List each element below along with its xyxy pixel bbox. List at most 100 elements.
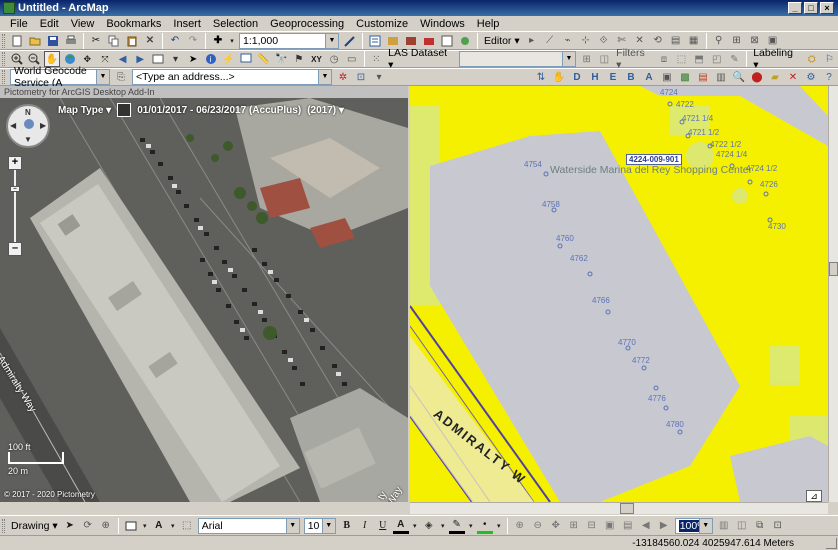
copy-icon[interactable]	[106, 33, 122, 49]
layout-zoom-in-icon[interactable]: ⊕	[512, 518, 528, 534]
marker-color-icon[interactable]: •	[476, 518, 493, 534]
chevron-down-icon[interactable]: ▼	[285, 518, 299, 533]
add-data-icon[interactable]: ✚	[210, 33, 226, 49]
export-icon[interactable]: ▤	[695, 69, 711, 85]
marker-icon[interactable]: ⬤	[749, 69, 765, 85]
line-color-icon[interactable]: ✎	[448, 518, 465, 534]
menu-customize[interactable]: Customize	[350, 18, 414, 30]
save-icon[interactable]	[45, 33, 61, 49]
chevron-down-icon[interactable]: ▾	[411, 518, 419, 534]
map-scale-combo[interactable]: 1:1,000 ▼	[239, 32, 339, 49]
resize-grip-icon[interactable]	[826, 538, 837, 549]
las-layer-icon[interactable]: ⁙	[369, 51, 385, 67]
create-viewer-icon[interactable]: ▭	[344, 51, 360, 67]
geocode-options-icon[interactable]: ▾	[371, 69, 387, 85]
layout-zoom-combo[interactable]: 100% ▼	[674, 517, 713, 534]
las-cross-section-icon[interactable]: ◰	[709, 51, 725, 67]
menu-windows[interactable]: Windows	[414, 18, 471, 30]
label-priority-icon[interactable]: ⚐	[822, 51, 838, 67]
chevron-down-icon[interactable]: ▾	[141, 518, 149, 534]
edit-vertices-icon[interactable]: ⬚	[179, 518, 195, 534]
sketch-properties-icon[interactable]: ▦	[686, 33, 702, 49]
pictometry-pan-icon[interactable]: ✋	[551, 69, 567, 85]
snapping-icon[interactable]: ⚲	[711, 33, 727, 49]
open-folder-icon[interactable]	[27, 33, 43, 49]
menu-bookmarks[interactable]: Bookmarks	[100, 18, 167, 30]
chevron-down-icon[interactable]: ▼	[561, 52, 575, 66]
zoom-to-elements-icon[interactable]: ⊕	[98, 518, 114, 534]
chevron-down-icon[interactable]: ▼	[325, 33, 338, 48]
sync-view-icon[interactable]: ▩	[677, 69, 693, 85]
map-data-view[interactable]: 4722 4724 4721 1/4 4721 1/2 4722 1/2 472…	[410, 86, 828, 502]
layers-icon[interactable]: ▥	[713, 69, 729, 85]
select-features-icon[interactable]: ▾	[168, 51, 184, 67]
select-arrow-icon[interactable]: ➤	[62, 518, 78, 534]
forward-extent-icon[interactable]: ▶	[132, 51, 148, 67]
measure-height-icon[interactable]: H	[587, 69, 603, 85]
arrow-select-icon[interactable]: ➤	[185, 51, 201, 67]
chevron-right-icon[interactable]: ▶	[40, 121, 46, 130]
chevron-down-icon[interactable]: ▼	[698, 518, 712, 533]
las-profile-icon[interactable]: ⧈	[656, 51, 672, 67]
toolbar-grip[interactable]	[2, 52, 5, 66]
las-points-icon[interactable]: ⊞	[579, 51, 595, 67]
italic-button[interactable]: I	[357, 518, 373, 534]
map-type-dropdown[interactable]: Map Type ▾	[58, 105, 111, 116]
capture-image-icon[interactable]: ▣	[659, 69, 675, 85]
chevron-down-icon[interactable]: ▾	[228, 33, 236, 49]
change-layout-icon[interactable]: ⧉	[752, 518, 768, 534]
route-icon[interactable]: ⚑	[291, 51, 307, 67]
cut-icon[interactable]: ✂	[88, 33, 104, 49]
map-vertical-scrollbar[interactable]	[828, 86, 838, 502]
menu-help[interactable]: Help	[471, 18, 506, 30]
menu-insert[interactable]: Insert	[167, 18, 207, 30]
identify-icon[interactable]: i	[203, 51, 219, 67]
bold-button[interactable]: B	[339, 518, 355, 534]
editor-dropdown[interactable]: Editor ▾	[481, 35, 523, 47]
zoom-minus-button[interactable]: –	[8, 242, 22, 256]
help-icon[interactable]: ?	[821, 69, 837, 85]
font-size-combo[interactable]: 10 ▼	[303, 517, 336, 534]
geocode-manager-icon[interactable]: ⎘	[113, 69, 129, 85]
chevron-down-icon[interactable]: ▼	[96, 70, 109, 84]
toolbar-grip[interactable]	[2, 70, 5, 84]
search-icon[interactable]: 🔍	[731, 69, 747, 85]
html-popup-icon[interactable]	[238, 51, 254, 67]
attributes-icon[interactable]: ▤	[668, 33, 684, 49]
menu-selection[interactable]: Selection	[207, 18, 264, 30]
table-of-contents-icon[interactable]	[367, 33, 383, 49]
underline-button[interactable]: U	[375, 518, 391, 534]
select-elements-icon[interactable]	[150, 51, 166, 67]
vertical-scroll-thumb[interactable]	[829, 262, 838, 276]
zoom-plus-button[interactable]: +	[8, 156, 22, 170]
las-3d-icon[interactable]: ⬚	[674, 51, 690, 67]
chevron-down-icon[interactable]: ▼	[321, 518, 335, 533]
image-year-dropdown[interactable]: (2017) ▾	[307, 105, 344, 116]
horizontal-scroll-thumb[interactable]	[620, 503, 634, 514]
font-name-combo[interactable]: Arial ▼	[197, 517, 300, 534]
menu-view[interactable]: View	[65, 18, 101, 30]
rotate-element-icon[interactable]: ⟳	[80, 518, 96, 534]
image-date-range[interactable]: 01/01/2017 - 06/23/2017 (AccuPlus)	[137, 105, 301, 116]
fill-color-icon[interactable]: ◈	[421, 518, 437, 534]
layout-whole-page-icon[interactable]: ▣	[602, 518, 618, 534]
zoom-track[interactable]	[14, 170, 16, 242]
measure-icon[interactable]: 📏	[256, 51, 272, 67]
chevron-left-icon[interactable]: ◀	[10, 121, 16, 130]
chevron-down-icon[interactable]: ▾	[467, 518, 475, 534]
topology-icon[interactable]: ⊞	[729, 33, 745, 49]
menu-file[interactable]: File	[4, 18, 34, 30]
chevron-down-icon[interactable]: ▾	[495, 518, 503, 534]
eraser-icon[interactable]: ▰	[767, 69, 783, 85]
navigation-compass[interactable]: N ◀ ▶ ▼	[6, 104, 50, 148]
label-manager-icon[interactable]: ⛭	[804, 51, 820, 67]
las-layer-combo[interactable]: ▼	[458, 51, 576, 67]
chevron-down-icon[interactable]: ▾	[169, 518, 177, 534]
rectangle-icon[interactable]	[123, 518, 139, 534]
time-slider-icon[interactable]: ◷	[326, 51, 342, 67]
new-text-icon[interactable]: A	[151, 518, 167, 534]
trace-icon[interactable]: ⌁	[560, 33, 576, 49]
reshape-icon[interactable]: ⟐	[596, 33, 612, 49]
focus-data-frame-icon[interactable]: ◫	[734, 518, 750, 534]
layout-zoom-out-icon[interactable]: ⊖	[530, 518, 546, 534]
